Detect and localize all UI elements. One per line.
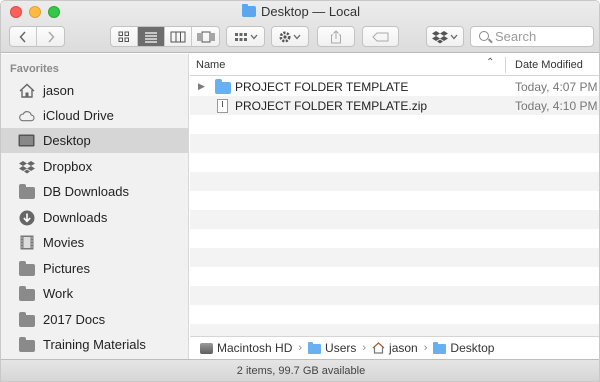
- file-name: PROJECT FOLDER TEMPLATE: [235, 80, 409, 94]
- empty-row: [190, 210, 599, 229]
- empty-row: [190, 172, 599, 191]
- folder-icon: [242, 4, 256, 17]
- folder-icon: [308, 341, 322, 354]
- table-row[interactable]: PROJECT FOLDER TEMPLATE.zip Today, 4:10 …: [190, 96, 599, 115]
- empty-row: [190, 267, 599, 286]
- arrange-button[interactable]: [226, 26, 265, 47]
- sidebar-item-desktop[interactable]: Desktop: [1, 128, 188, 153]
- sidebar-item-training-materials[interactable]: Training Materials: [1, 332, 188, 357]
- column-header: Name ⌃ Date Modified: [190, 54, 599, 76]
- sidebar-item-2017-docs[interactable]: 2017 Docs: [1, 307, 188, 332]
- dropbox-menu-button[interactable]: [426, 26, 464, 47]
- sort-ascending-icon[interactable]: ⌃: [486, 57, 494, 68]
- desktop-icon: [18, 133, 35, 148]
- action-button[interactable]: [271, 26, 309, 47]
- arrange-grid-icon: [234, 32, 257, 41]
- icon-view-button[interactable]: [111, 27, 138, 46]
- file-name: PROJECT FOLDER TEMPLATE.zip: [235, 99, 428, 113]
- dropbox-icon: [18, 159, 35, 174]
- sidebar-item-movies[interactable]: Movies: [1, 230, 188, 255]
- history-nav: [9, 26, 65, 47]
- sidebar-item-work[interactable]: Work: [1, 281, 188, 306]
- search-placeholder: Search: [495, 29, 537, 44]
- chevron-right-icon: ›: [362, 342, 367, 354]
- forward-button[interactable]: [37, 27, 64, 46]
- sidebar-item-db-downloads[interactable]: DB Downloads: [1, 179, 188, 204]
- folder-icon: [215, 79, 231, 94]
- empty-row: [190, 248, 599, 267]
- disclosure-triangle-icon[interactable]: ▶: [198, 81, 205, 92]
- sidebar-section-title: Favorites: [10, 63, 59, 75]
- chevron-right-icon: ›: [298, 342, 303, 354]
- tag-button[interactable]: [362, 26, 399, 47]
- empty-row: [190, 191, 599, 210]
- path-bar: Macintosh HD › Users › jason › Desktop: [190, 336, 599, 359]
- empty-row: [190, 115, 599, 134]
- folder-icon: [18, 260, 35, 276]
- sidebar: Favorites jason iCloud Drive Desktop Dro…: [1, 54, 189, 359]
- file-date: Today, 4:07 PM: [515, 80, 598, 94]
- path-crumb-users[interactable]: Users: [308, 341, 356, 355]
- file-date: Today, 4:10 PM: [515, 99, 598, 113]
- chevron-right-icon: [47, 30, 55, 43]
- gallery-view-button[interactable]: [192, 27, 219, 46]
- folder-icon: [433, 341, 447, 354]
- share-icon: [331, 29, 341, 43]
- empty-row: [190, 286, 599, 305]
- empty-row: [190, 153, 599, 172]
- empty-row: [190, 134, 599, 153]
- sidebar-item-jason[interactable]: jason: [1, 78, 188, 103]
- search-field[interactable]: Search: [470, 26, 594, 47]
- date-modified-column-header[interactable]: Date Modified: [515, 59, 583, 71]
- sidebar-item-dropbox[interactable]: Dropbox: [1, 154, 188, 179]
- sidebar-item-downloads[interactable]: Downloads: [1, 205, 188, 230]
- search-icon: [479, 31, 489, 41]
- home-icon: [18, 83, 35, 98]
- chevron-right-icon: ›: [423, 342, 428, 354]
- folder-icon: [18, 336, 35, 352]
- folder-icon: [18, 183, 35, 199]
- back-button[interactable]: [10, 27, 37, 46]
- empty-row: [190, 305, 599, 324]
- view-mode-control: [110, 26, 220, 47]
- folder-icon: [18, 285, 35, 301]
- home-icon: [372, 342, 385, 354]
- coverflow-icon: [197, 31, 214, 42]
- grid-icon: [118, 31, 129, 42]
- path-crumb-jason[interactable]: jason: [372, 341, 418, 355]
- column-divider[interactable]: [505, 57, 506, 73]
- status-text: 2 items, 99.7 GB available: [236, 365, 366, 377]
- chevron-left-icon: [19, 30, 26, 43]
- file-rows: ▶ PROJECT FOLDER TEMPLATE Today, 4:07 PM…: [190, 77, 599, 343]
- columns-icon: [170, 31, 186, 42]
- sidebar-item-icloud-drive[interactable]: iCloud Drive: [1, 103, 188, 128]
- folder-icon: [18, 311, 35, 327]
- file-list: Name ⌃ Date Modified ▶ PROJECT FOLDER TE…: [190, 54, 599, 343]
- cloud-icon: [18, 108, 35, 123]
- status-bar: 2 items, 99.7 GB available: [1, 359, 599, 381]
- empty-row: [190, 229, 599, 248]
- path-crumb-macintosh-hd[interactable]: Macintosh HD: [200, 341, 292, 355]
- finder-window: Desktop — Local Search Favorites jason i…: [0, 0, 600, 382]
- name-column-header[interactable]: Name: [196, 59, 225, 71]
- share-button[interactable]: [317, 26, 355, 47]
- path-crumb-desktop[interactable]: Desktop: [433, 341, 494, 355]
- window-title: Desktop — Local: [1, 4, 599, 19]
- zip-file-icon: [215, 99, 228, 113]
- dropbox-icon: [432, 30, 458, 43]
- download-icon: [18, 210, 35, 225]
- sidebar-item-pictures[interactable]: Pictures: [1, 256, 188, 281]
- toolbar: Desktop — Local Search: [1, 1, 599, 53]
- hard-drive-icon: [200, 342, 213, 354]
- film-icon: [18, 235, 35, 250]
- gear-icon: [279, 31, 301, 42]
- list-icon: [145, 31, 157, 43]
- table-row[interactable]: ▶ PROJECT FOLDER TEMPLATE Today, 4:07 PM: [190, 77, 599, 96]
- list-view-button[interactable]: [138, 27, 165, 46]
- tag-icon: [371, 32, 388, 41]
- column-view-button[interactable]: [165, 27, 192, 46]
